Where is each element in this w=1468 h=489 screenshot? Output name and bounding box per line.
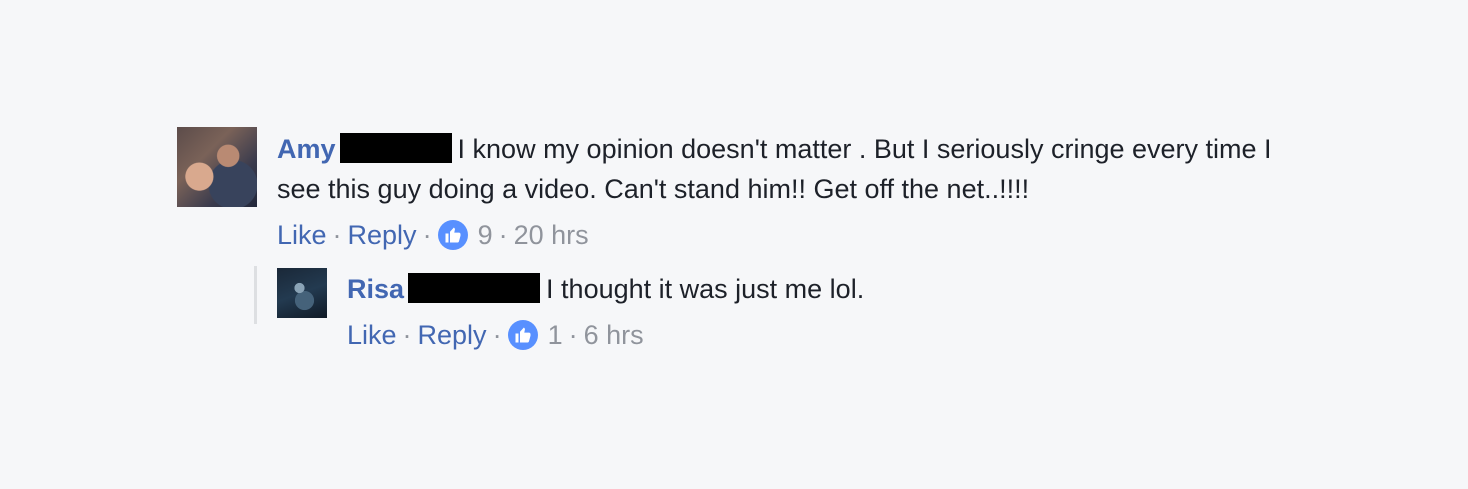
- timestamp[interactable]: 6 hrs: [584, 315, 644, 355]
- reaction-count[interactable]: 9: [478, 215, 493, 255]
- reply-comment: Risa I thought it was just me lol. Like ·…: [277, 268, 864, 355]
- redaction-bar: [408, 273, 541, 303]
- comment: Amy I know my opinion doesn't matter . Bu…: [177, 127, 1317, 255]
- author-name[interactable]: Amy: [277, 134, 336, 164]
- avatar[interactable]: [277, 268, 327, 318]
- like-button[interactable]: Like: [347, 315, 397, 355]
- reply-button[interactable]: Reply: [418, 315, 487, 355]
- separator-dot: ·: [492, 320, 502, 350]
- separator-dot: ·: [568, 320, 578, 350]
- comment-thread: Amy I know my opinion doesn't matter . Bu…: [0, 0, 1468, 489]
- separator-dot: ·: [498, 220, 508, 250]
- reply-thread-line: [254, 266, 257, 324]
- author-name[interactable]: Risa: [347, 274, 404, 304]
- comment-text-block: Risa I thought it was just me lol.: [347, 269, 864, 309]
- separator-dot: ·: [422, 220, 432, 250]
- timestamp[interactable]: 20 hrs: [514, 215, 589, 255]
- comment-text-block: Amy I know my opinion doesn't matter . Bu…: [277, 129, 1317, 209]
- avatar[interactable]: [177, 127, 257, 207]
- comment-actions: Like · Reply · 1 · 6 hrs: [347, 315, 864, 355]
- separator-dot: ·: [402, 320, 412, 350]
- comment-body: Risa I thought it was just me lol. Like ·…: [347, 269, 864, 355]
- reaction-count[interactable]: 1: [548, 315, 563, 355]
- reply-button[interactable]: Reply: [348, 215, 417, 255]
- thumbs-up-glyph: [515, 327, 531, 343]
- redaction-bar: [339, 133, 452, 163]
- like-button[interactable]: Like: [277, 215, 327, 255]
- thumbs-up-icon[interactable]: [437, 220, 468, 250]
- comment-body: Amy I know my opinion doesn't matter . Bu…: [277, 129, 1317, 255]
- comment-actions: Like · Reply · 9 · 20 hrs: [277, 215, 1317, 255]
- thumbs-up-glyph: [445, 227, 461, 243]
- thumbs-up-icon[interactable]: [507, 320, 538, 350]
- comment-text: I thought it was just me lol.: [546, 274, 865, 304]
- separator-dot: ·: [332, 220, 342, 250]
